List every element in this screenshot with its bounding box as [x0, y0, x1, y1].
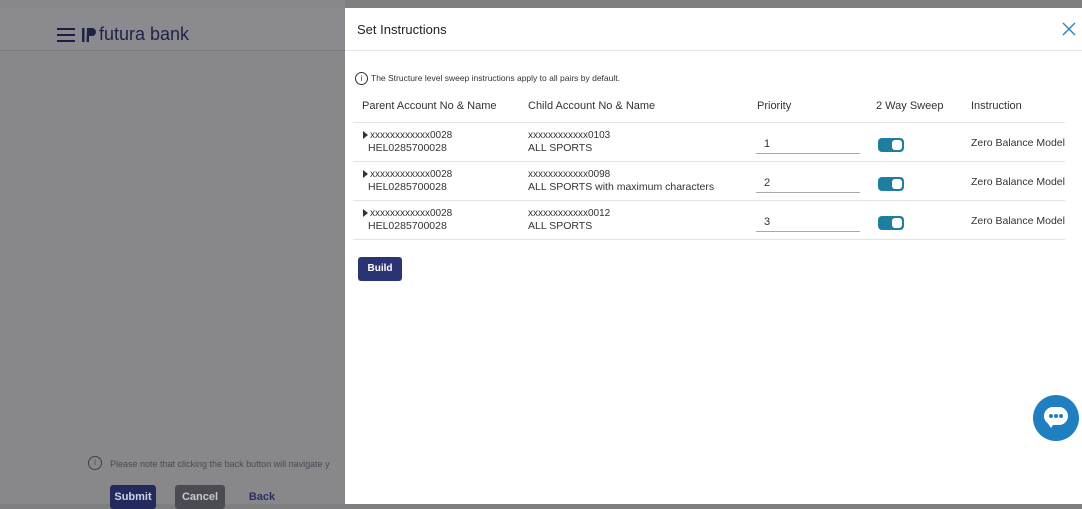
app-header: futura bank — [0, 8, 345, 51]
brand-name: futura bank — [99, 24, 190, 44]
build-button[interactable]: Build — [358, 257, 402, 281]
instruction-value: Zero Balance Model — [971, 176, 1065, 188]
back-note-text: Please note that clicking the back butto… — [110, 459, 330, 469]
info-text: The Structure level sweep instructions a… — [371, 72, 620, 83]
chat-button[interactable] — [1033, 395, 1079, 441]
instruction-value: Zero Balance Model — [971, 215, 1065, 227]
child-name: ALL SPORTS with maximum characters — [528, 181, 715, 193]
back-button[interactable]: Back — [242, 485, 282, 509]
child-name: ALL SPORTS — [528, 220, 593, 232]
col-header-priority: Priority — [757, 100, 792, 112]
table-row: xxxxxxxxxxxx0028 HEL0285700028 xxxxxxxxx… — [353, 162, 1065, 201]
child-account: xxxxxxxxxxxx0103 — [528, 130, 611, 141]
col-header-child: Child Account No & Name — [528, 100, 656, 112]
info-icon: i — [88, 456, 102, 470]
child-account: xxxxxxxxxxxx0098 — [528, 169, 611, 180]
panel-title: Set Instructions — [357, 22, 447, 37]
parent-account[interactable]: xxxxxxxxxxxx0028 — [363, 208, 452, 220]
table-row: xxxxxxxxxxxx0028 HEL0285700028 xxxxxxxxx… — [353, 201, 1065, 240]
panel-header: Set Instructions — [345, 8, 1082, 51]
cancel-button[interactable]: Cancel — [175, 485, 225, 509]
parent-name: HEL0285700028 — [368, 220, 447, 232]
expand-caret-icon[interactable] — [363, 131, 368, 140]
priority-input[interactable] — [756, 174, 860, 193]
child-account: xxxxxxxxxxxx0012 — [528, 208, 611, 219]
col-header-parent: Parent Account No & Name — [362, 100, 497, 112]
expand-caret-icon[interactable] — [363, 209, 368, 218]
parent-name: HEL0285700028 — [368, 181, 447, 193]
instruction-value: Zero Balance Model — [971, 137, 1065, 149]
two-way-sweep-toggle[interactable] — [878, 177, 904, 191]
col-header-instruction: Instruction — [971, 100, 1022, 112]
background-page: futura bank i Please note that clicking … — [0, 0, 345, 509]
parent-name: HEL0285700028 — [368, 142, 447, 154]
set-instructions-panel: Set Instructions i The Structure level sw… — [345, 8, 1082, 504]
priority-input[interactable] — [756, 213, 860, 232]
priority-input[interactable] — [756, 135, 860, 154]
menu-icon[interactable] — [57, 28, 75, 42]
col-header-sweep: 2 Way Sweep — [876, 100, 944, 112]
table-row: xxxxxxxxxxxx0028 HEL0285700028 xxxxxxxxx… — [353, 123, 1065, 162]
info-message: i The Structure level sweep instructions … — [355, 72, 620, 85]
two-way-sweep-toggle[interactable] — [878, 138, 904, 152]
parent-account[interactable]: xxxxxxxxxxxx0028 — [363, 130, 452, 142]
info-icon: i — [355, 72, 368, 85]
close-icon[interactable] — [1060, 20, 1078, 38]
expand-caret-icon[interactable] — [363, 170, 368, 179]
submit-button[interactable]: Submit — [110, 485, 156, 509]
child-name: ALL SPORTS — [528, 142, 593, 154]
two-way-sweep-toggle[interactable] — [878, 216, 904, 230]
brand-logo-icon — [82, 28, 96, 42]
parent-account[interactable]: xxxxxxxxxxxx0028 — [363, 169, 452, 181]
